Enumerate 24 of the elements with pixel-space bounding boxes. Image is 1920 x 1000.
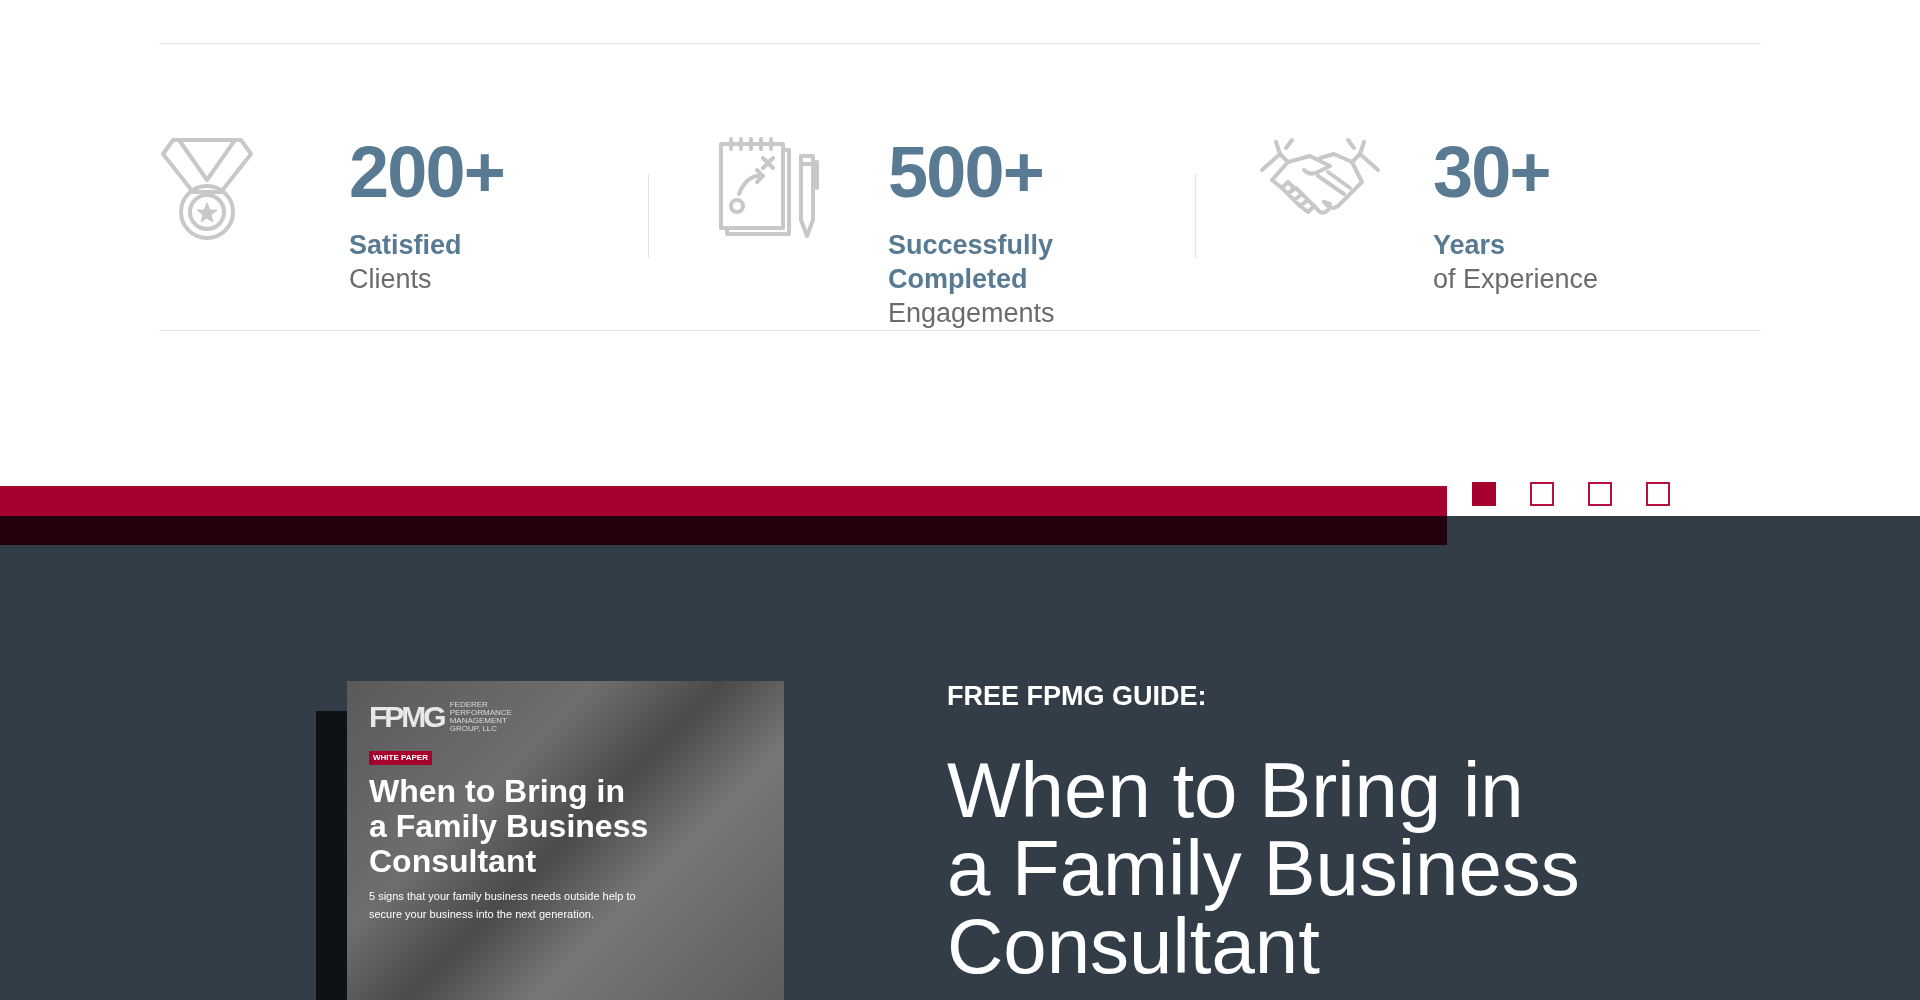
notepad-pencil-icon [717,136,821,240]
stat-label: Satisfied [349,229,463,262]
stat-number: 200+ [349,136,504,208]
stat-caption: Clients [349,263,433,296]
stat-number: 500+ [888,136,1044,208]
cover-subtitle: 5 signs that your family business needs outside help to [369,889,637,904]
guide-eyebrow: FREE FPMG GUIDE: [947,681,1208,711]
cover-company-name: MANAGEMENT [449,717,508,725]
stat-label: Years [1433,229,1507,262]
stat-number: 30+ [1433,136,1551,208]
stat-caption: Engagements [888,297,1055,330]
cover-title: Consultant [369,844,538,879]
cover-company-name: FEDERER [449,701,489,709]
cover-logo: FPMG [369,702,444,732]
cover-company-name: GROUP, LLC [449,725,499,733]
cover-company-name: PERFORMANCE [449,709,512,717]
stat-label: Successfully [888,229,1055,262]
medal-icon [159,136,255,240]
cover-subtitle: secure your business into the next generation. [369,907,596,922]
cover-title: When to Bring in [369,774,626,809]
stat-label: Completed [888,263,1029,296]
stat-caption: of Experience [1433,263,1599,296]
cover-tag: WHITE PAPER [369,751,432,765]
cover-title: a Family Business [369,809,650,844]
